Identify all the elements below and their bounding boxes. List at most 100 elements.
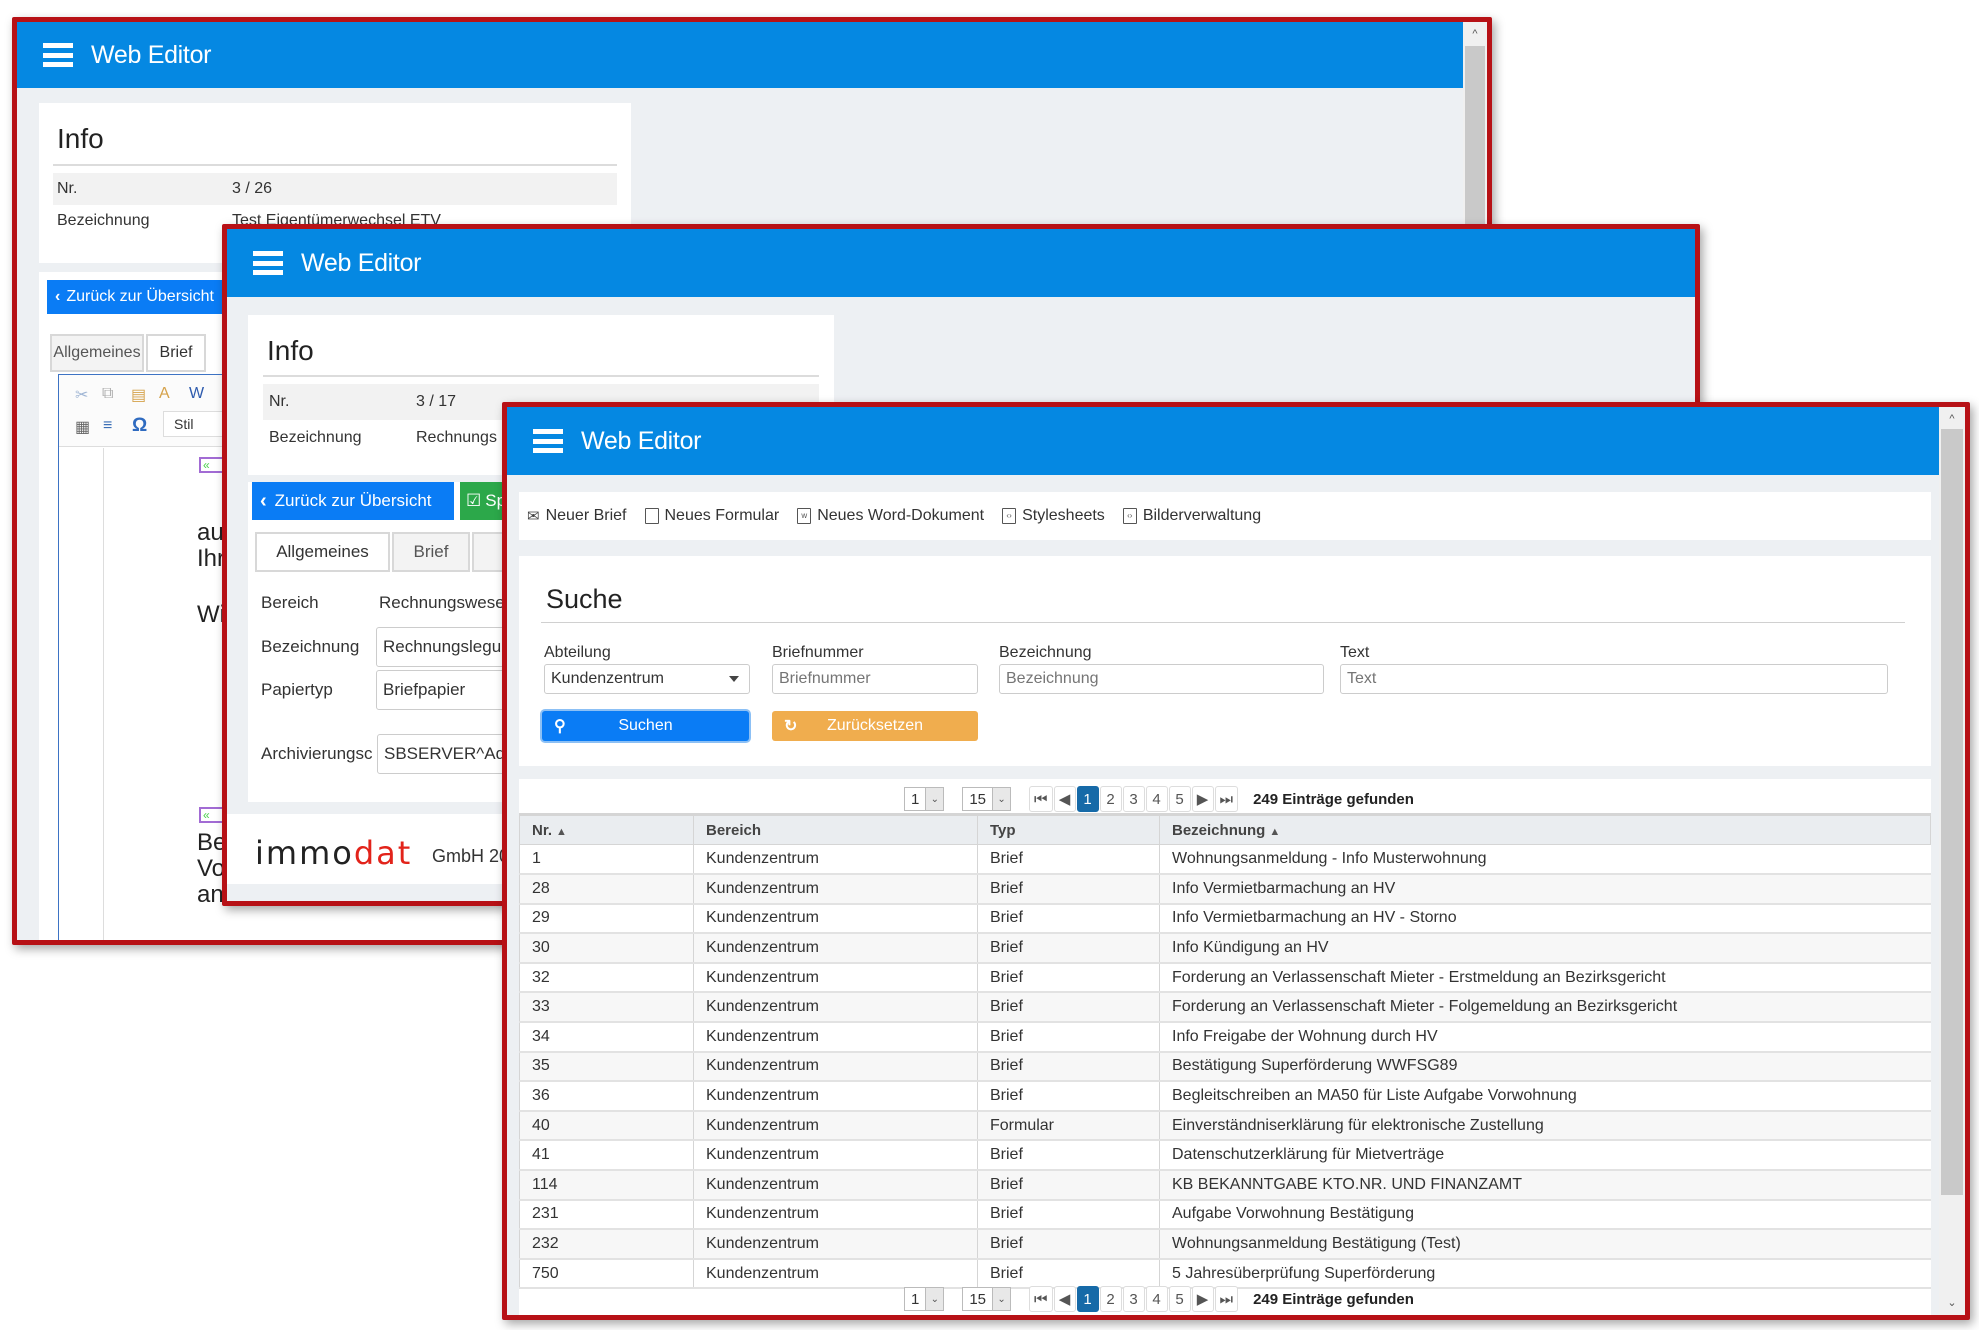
paste-text-icon[interactable]: A [159, 385, 170, 403]
table-row[interactable]: 232 Kundenzentrum Brief Wohnungsanmeldung B… [519, 1229, 1931, 1260]
prev-page-button[interactable]: ◀ [1053, 786, 1076, 812]
cut-icon[interactable]: ✂ [75, 385, 88, 405]
first-page-button[interactable]: ⏮ [1029, 786, 1053, 812]
results-panel: 1 ⌄ 15 ⌄ ⏮ ◀ 1 2 3 4 5 ▶ ⏭ 249 Einträge ge… [519, 779, 1931, 1315]
page-button[interactable]: 3 [1122, 1286, 1145, 1312]
table-row[interactable]: 1 Kundenzentrum Brief Wohnungsanmeldung - I… [519, 844, 1931, 876]
paste-word-icon[interactable]: W [189, 385, 204, 403]
info-label: Bezeichnung [269, 429, 362, 446]
cell-bezeichnung: Datenschutzerklärung für Mietverträge [1159, 1140, 1931, 1172]
back-button[interactable]: ‹ Zurück zur Übersicht [252, 482, 454, 520]
page-size-select[interactable]: 15 ⌄ [962, 787, 1012, 811]
cell-bereich: Kundenzentrum [693, 1170, 978, 1201]
app-header: Web Editor [227, 229, 1695, 297]
image-management-button[interactable]: ‹› Bilderverwaltung [1122, 507, 1261, 525]
scroll-up-icon[interactable]: ^ [1463, 24, 1487, 44]
reset-button[interactable]: ↻ Zurücksetzen [772, 711, 978, 741]
column-header-typ: Typ [977, 813, 1160, 845]
next-page-button[interactable]: ▶ [1191, 1286, 1214, 1312]
table-row[interactable]: 33 Kundenzentrum Brief Forderung an Verlass… [519, 992, 1931, 1024]
stylesheets-button[interactable]: ‹› Stylesheets [1002, 507, 1105, 525]
divider [53, 164, 617, 166]
omega-icon[interactable]: Ω [132, 415, 147, 437]
search-button[interactable]: ⚲ Suchen [542, 711, 749, 741]
briefnummer-input[interactable] [772, 664, 978, 694]
app-header: Web Editor [17, 22, 1463, 88]
back-button[interactable]: ‹ Zurück zur Übersicht [47, 280, 247, 314]
table-row[interactable]: 28 Kundenzentrum Brief Info Vermietbarmachu… [519, 874, 1931, 905]
cell-nr: 29 [519, 903, 694, 935]
page-button[interactable]: 5 [1168, 786, 1191, 812]
tab-brief[interactable]: Brief [146, 334, 206, 372]
chevron-left-icon: ‹ [55, 288, 61, 305]
action-toolbar: ✉ Neuer Brief Neues Formular w Neues Wor… [519, 492, 1931, 540]
paste-icon[interactable]: ▤ [131, 385, 146, 405]
abteilung-select[interactable]: Kundenzentrum [544, 664, 750, 694]
cell-bereich: Kundenzentrum [693, 1022, 978, 1053]
page-button[interactable]: 1 [1076, 786, 1099, 812]
new-form-button[interactable]: Neues Formular [644, 507, 779, 525]
info-value: 3 / 26 [232, 180, 273, 197]
table-row[interactable]: 34 Kundenzentrum Brief Info Freigabe der Wo… [519, 1022, 1931, 1053]
align-icon[interactable]: ≡ [103, 417, 112, 435]
cell-bezeichnung: KB BEKANNTGABE KTO.NR. UND FINANZAMT [1159, 1170, 1931, 1201]
menu-icon[interactable] [43, 43, 73, 67]
page-select[interactable]: 1 ⌄ [904, 787, 945, 811]
tab-allgemeines[interactable]: Allgemeines [50, 334, 144, 372]
check-square-icon: ☑ [466, 491, 482, 510]
table-row[interactable]: 35 Kundenzentrum Brief Bestätigung Superför… [519, 1051, 1931, 1083]
next-page-button[interactable]: ▶ [1191, 786, 1214, 812]
page-button[interactable]: 2 [1099, 786, 1122, 812]
table-row[interactable]: 36 Kundenzentrum Brief Begleitschreiben an … [519, 1081, 1931, 1112]
menu-icon[interactable] [253, 251, 283, 275]
app-header: Web Editor [507, 407, 1939, 475]
table-row[interactable]: 41 Kundenzentrum Brief Datenschutzerklärung… [519, 1140, 1931, 1172]
column-header-nr[interactable]: Nr. ▲︎ [519, 813, 694, 845]
cell-typ: Brief [977, 844, 1160, 876]
bezeichnung-label: Bezeichnung [999, 644, 1092, 661]
text-input[interactable] [1340, 664, 1888, 694]
page-size-select[interactable]: 15 ⌄ [962, 1287, 1012, 1311]
scroll-down-icon[interactable]: ⌄ [1939, 1293, 1965, 1313]
table-row[interactable]: 30 Kundenzentrum Brief Info Kündigung an HV [519, 933, 1931, 964]
scroll-up-icon[interactable]: ^ [1939, 409, 1965, 429]
tab-allgemeines[interactable]: Allgemeines [255, 532, 390, 572]
page-select[interactable]: 1 ⌄ [904, 1287, 945, 1311]
info-heading: Info [57, 123, 104, 154]
new-word-document-button[interactable]: w Neues Word-Dokument [797, 507, 984, 525]
search-panel: Suche Abteilung Kundenzentrum Briefnumme… [519, 556, 1931, 766]
bezeichnung-input[interactable] [999, 664, 1324, 694]
cell-nr: 34 [519, 1022, 694, 1053]
column-header-bezeichnung[interactable]: Bezeichnung ▲︎ [1159, 813, 1931, 845]
last-page-button[interactable]: ⏭ [1214, 786, 1239, 812]
page-button[interactable]: 5 [1168, 1286, 1191, 1312]
cell-typ: Brief [977, 992, 1160, 1024]
table-row[interactable]: 29 Kundenzentrum Brief Info Vermietbarmachu… [519, 903, 1931, 935]
first-page-button[interactable]: ⏮ [1029, 1286, 1053, 1312]
page-button[interactable]: 3 [1122, 786, 1145, 812]
sort-icon: ▲︎ [556, 825, 567, 838]
page-button[interactable]: 2 [1099, 1286, 1122, 1312]
prev-page-button[interactable]: ◀ [1053, 1286, 1076, 1312]
scrollbar-thumb[interactable] [1941, 429, 1963, 1195]
cell-bereich: Kundenzentrum [693, 844, 978, 876]
page-button[interactable]: 4 [1145, 1286, 1168, 1312]
new-letter-button[interactable]: ✉ Neuer Brief [527, 507, 627, 525]
copy-icon[interactable]: ⧉ [102, 385, 113, 403]
table-icon[interactable]: ▦ [75, 417, 90, 437]
table-row[interactable]: 114 Kundenzentrum Brief KB BEKANNTGABE KTO.… [519, 1170, 1931, 1201]
menu-icon[interactable] [533, 429, 563, 453]
page-button[interactable]: 4 [1145, 786, 1168, 812]
page-button[interactable]: 1 [1076, 1286, 1099, 1312]
cell-typ: Brief [977, 933, 1160, 964]
cell-nr: 33 [519, 992, 694, 1024]
word-file-icon: w [797, 508, 812, 524]
last-page-button[interactable]: ⏭ [1214, 1286, 1239, 1312]
table-row[interactable]: 750 Kundenzentrum Brief 5 Jahresüberprüfung… [519, 1258, 1931, 1290]
table-row[interactable]: 40 Kundenzentrum Formular Einverständniserk… [519, 1110, 1931, 1142]
table-row[interactable]: 231 Kundenzentrum Brief Aufgabe Vorwohnung … [519, 1199, 1931, 1231]
scrollbar[interactable]: ^ ⌄ [1939, 407, 1965, 1315]
tab-brief[interactable]: Brief [392, 532, 470, 572]
cell-nr: 232 [519, 1229, 694, 1260]
table-row[interactable]: 32 Kundenzentrum Brief Forderung an Verlass… [519, 962, 1931, 994]
